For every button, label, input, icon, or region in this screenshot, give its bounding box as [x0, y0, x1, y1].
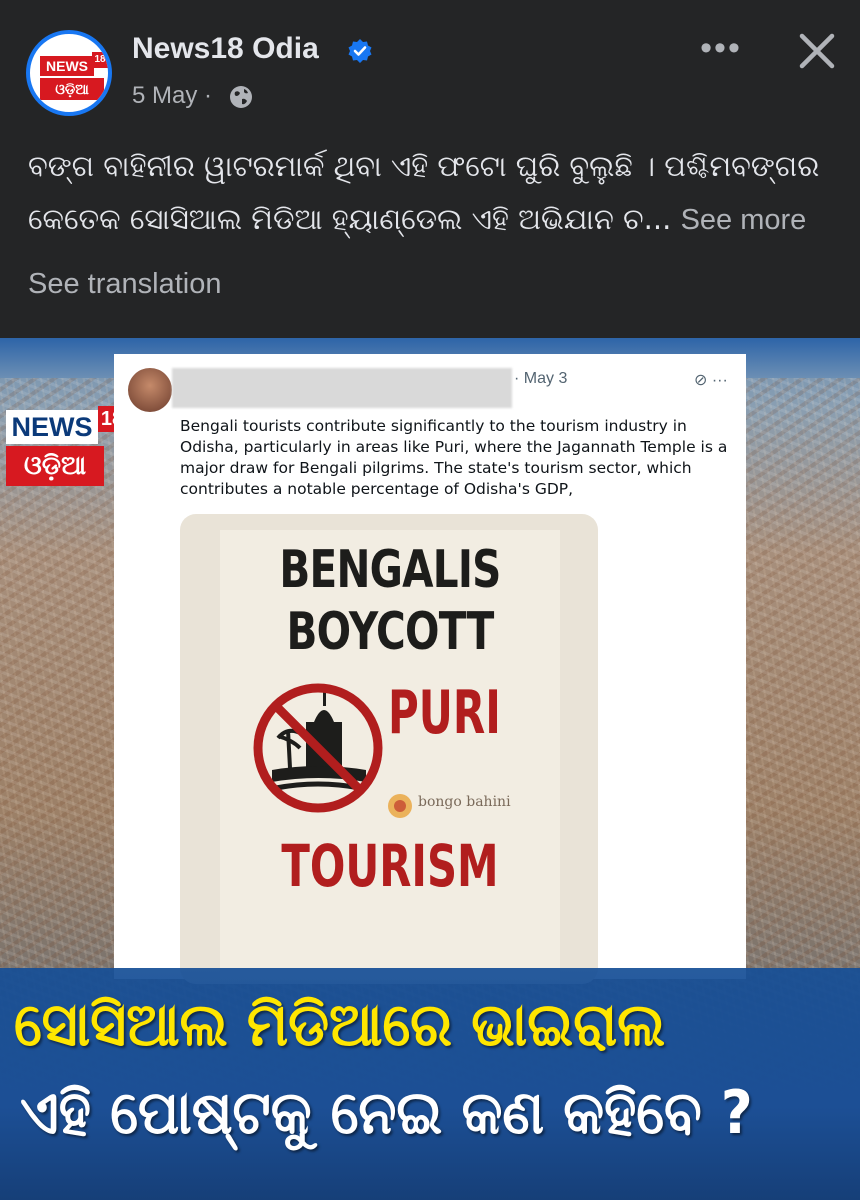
verified-badge-icon [348, 39, 372, 63]
tweet-action-icons: ⊘ ··· [694, 372, 728, 389]
tweet-text: Bengali tourists contribute significantl… [180, 417, 728, 498]
close-button[interactable] [792, 26, 842, 76]
poster-line-3: PURI [388, 678, 501, 748]
bongo-bahini-logo-icon [388, 794, 412, 818]
avatar-logo-18: 18 [92, 52, 108, 68]
post-caption-line-1: ବଙ୍ଗ ବାହିନୀର ୱାଟରମାର୍କ ଥିବା ଏହି ଫଟୋ ଘୁରି… [28, 149, 820, 183]
tweet-name-blurred [172, 368, 512, 408]
more-options-button[interactable]: ••• [696, 28, 746, 68]
channel-logo: NEWS 18 ଓଡ଼ିଆ [6, 406, 126, 492]
post-header: NEWS 18 ଓଡ଼ିଆ News18 Odia 5 May · ••• ବଙ… [0, 0, 860, 338]
tweet-avatar [128, 368, 172, 412]
headline-line-1: ସୋସିଆଲ ମିଡିଆରେ ଭାଇରାଲ [14, 990, 666, 1060]
tweet-screenshot: · May 3 ⊘ ··· Bengali tourists contribut… [114, 354, 746, 984]
poster-line-1: BENGALIS [279, 540, 501, 600]
page-name-link[interactable]: News18 Odia [132, 32, 319, 66]
post-date-text: 5 May [132, 82, 198, 109]
boycott-poster: BENGALIS BOYCOTT PURI bongo bahini TOURI… [220, 530, 560, 980]
post-caption-line-2: କେତେକ ସୋସିଆଲ ମିଡିଆ ହ୍ୟାଣ୍ଡେଲ ଏହି ଅଭିଯାନ … [28, 193, 838, 247]
avatar-logo-odia: ଓଡ଼ିଆ [40, 76, 104, 100]
date-separator: · [204, 82, 213, 109]
avatar-logo-news: NEWS [40, 56, 94, 76]
channel-logo-news: NEWS [6, 410, 98, 444]
post-image[interactable]: NEWS 18 ଓଡ଼ିଆ · May 3 ⊘ ··· Bengali tour… [0, 338, 860, 1200]
see-translation-link[interactable]: See translation [28, 268, 221, 301]
page-avatar[interactable]: NEWS 18 ଓଡ଼ିଆ [26, 30, 112, 116]
poster-watermark: bongo bahini [418, 794, 511, 810]
post-caption-line-2-text: କେତେକ ସୋସିଆଲ ମିଡିଆ ହ୍ୟାଣ୍ଡେଲ ଏହି ଅଭିଯାନ … [28, 202, 672, 236]
channel-logo-odia: ଓଡ଼ିଆ [6, 446, 104, 486]
poster-line-4: TOURISM [281, 832, 499, 900]
ban-temple-icon [253, 683, 383, 813]
tweet-date: · May 3 [514, 370, 568, 387]
poster-line-2: BOYCOTT [286, 602, 495, 662]
globe-icon [230, 86, 252, 108]
headline-line-2: ଏହି ପୋଷ୍ଟକୁ ନେଇ କଣ କହିବେ ? [20, 1078, 753, 1148]
post-date-link[interactable]: 5 May · [132, 82, 212, 110]
see-more-link[interactable]: See more [681, 204, 807, 236]
post-caption: ବଙ୍ଗ ବାହିନୀର ୱାଟରମାର୍କ ଥିବା ଏହି ଫଟୋ ଘୁରି… [28, 140, 838, 247]
